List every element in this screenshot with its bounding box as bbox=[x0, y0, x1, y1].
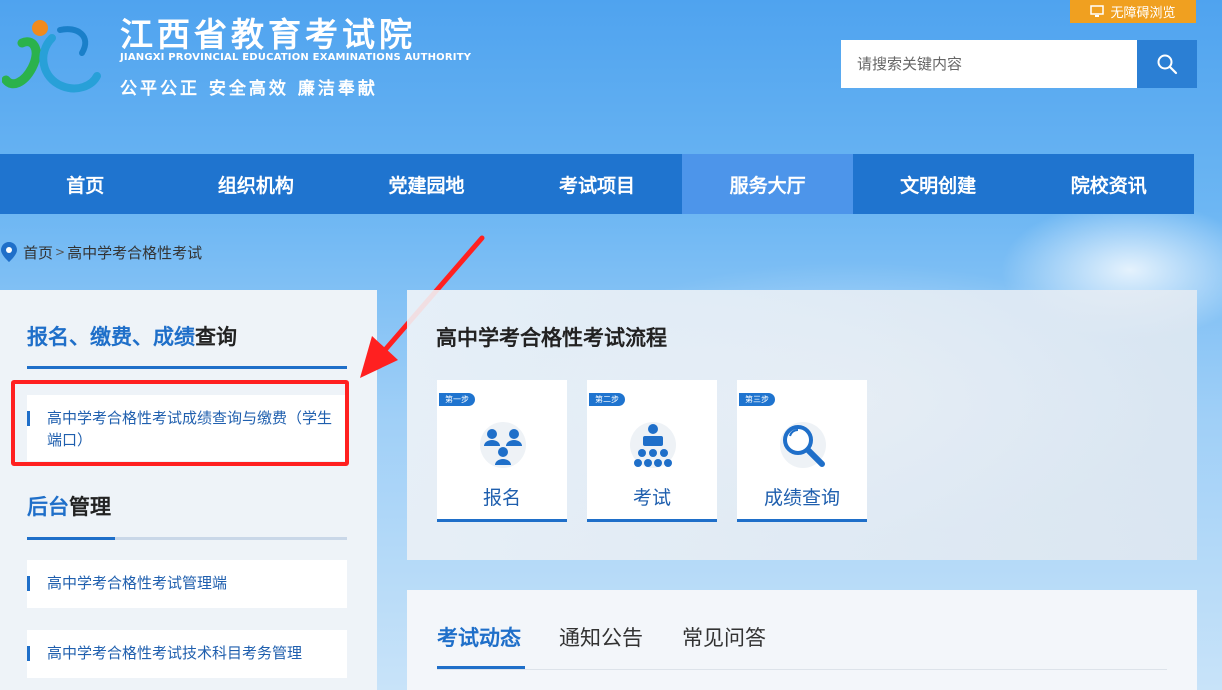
step-badge: 第二步 bbox=[589, 393, 625, 406]
breadcrumb-home[interactable]: 首页 bbox=[23, 242, 53, 263]
news-tabs-panel bbox=[407, 590, 1197, 690]
sidebar-section-admin-title: 后台管理 bbox=[27, 495, 111, 519]
step-label: 报名 bbox=[482, 487, 521, 509]
search-input[interactable] bbox=[841, 40, 1137, 88]
tab-active-underline bbox=[437, 666, 525, 669]
monitor-icon bbox=[1090, 5, 1105, 17]
search-icon bbox=[1157, 54, 1178, 75]
nav-item-civilization[interactable]: 文明创建 bbox=[853, 154, 1024, 214]
step-label: 考试 bbox=[632, 487, 671, 509]
tab-faq[interactable]: 常见问答 bbox=[682, 622, 766, 652]
nav-item-exam-projects[interactable]: 考试项目 bbox=[512, 154, 683, 214]
sidebar-link-tech-subject-management[interactable]: 高中学考合格性考试技术科目考务管理 bbox=[27, 630, 347, 678]
search-button[interactable] bbox=[1137, 40, 1197, 88]
tab-exam-news[interactable]: 考试动态 bbox=[437, 622, 521, 652]
breadcrumb-separator: > bbox=[55, 245, 66, 259]
breadcrumb-current: 高中学考合格性考试 bbox=[67, 243, 203, 262]
step-badge: 第三步 bbox=[739, 393, 775, 406]
people-group-icon bbox=[480, 422, 526, 468]
step-card-registration[interactable]: 第一步 报名 bbox=[437, 380, 567, 522]
nav-item-home[interactable]: 首页 bbox=[0, 154, 171, 214]
main-nav: 首页 组织机构 党建园地 考试项目 服务大厅 文明创建 院校资讯 bbox=[0, 154, 1194, 214]
sidebar-section-registration-title: 报名、缴费、成绩查询 bbox=[27, 325, 237, 349]
accessibility-button[interactable]: 无障碍浏览 bbox=[1070, 0, 1196, 23]
location-pin-icon bbox=[1, 242, 17, 262]
tab-divider bbox=[437, 669, 1167, 670]
sidebar-link-management[interactable]: 高中学考合格性考试管理端 bbox=[27, 560, 347, 608]
nav-item-college-news[interactable]: 院校资讯 bbox=[1023, 154, 1194, 214]
nav-item-party-building[interactable]: 党建园地 bbox=[341, 154, 512, 214]
process-title: 高中学考合格性考试流程 bbox=[436, 326, 667, 350]
step-card-exam[interactable]: 第二步 考试 bbox=[587, 380, 717, 522]
nav-item-organization[interactable]: 组织机构 bbox=[171, 154, 342, 214]
accessibility-label: 无障碍浏览 bbox=[1110, 6, 1176, 21]
site-logo[interactable] bbox=[2, 8, 112, 98]
section-divider bbox=[27, 366, 347, 369]
site-motto: 公平公正 安全高效 廉洁奉献 bbox=[120, 79, 378, 99]
section-divider bbox=[27, 537, 347, 540]
tab-notices[interactable]: 通知公告 bbox=[559, 622, 643, 652]
step-label: 成绩查询 bbox=[763, 487, 840, 509]
nav-item-service-hall[interactable]: 服务大厅 bbox=[682, 154, 853, 214]
step-card-score-query[interactable]: 第三步 成绩查询 bbox=[737, 380, 867, 522]
site-title: 江西省教育考试院 bbox=[120, 15, 416, 54]
step-badge: 第一步 bbox=[439, 393, 475, 406]
exam-hall-icon bbox=[630, 422, 676, 468]
annotation-highlight-box bbox=[11, 380, 349, 466]
magnifier-icon bbox=[780, 422, 826, 468]
breadcrumb: 首页 > 高中学考合格性考试 bbox=[0, 241, 202, 263]
site-english-title: JIANGXI PROVINCIAL EDUCATION EXAMINATION… bbox=[120, 52, 472, 63]
